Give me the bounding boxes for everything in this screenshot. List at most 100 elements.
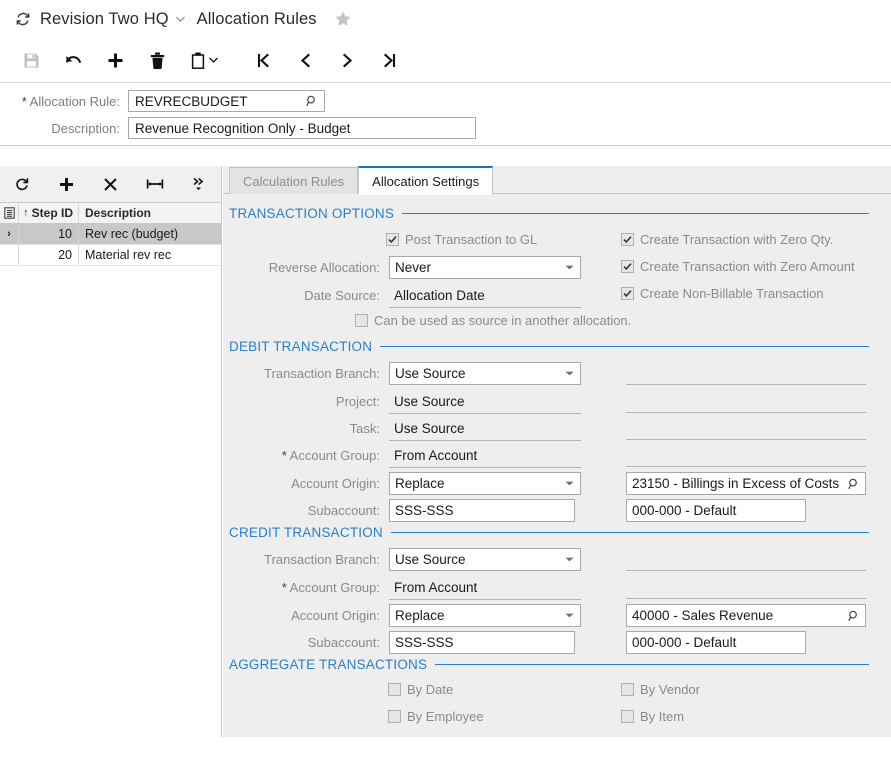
magnifier-icon[interactable] — [847, 477, 860, 490]
create-zero-qty-checkbox[interactable]: Create Transaction with Zero Qty. — [621, 227, 833, 251]
credit-transaction-branch-label: Transaction Branch: — [264, 552, 380, 567]
debit-transaction-branch-row: Transaction Branch: Use Source — [223, 360, 891, 387]
tab-strip: Calculation Rules Allocation Settings — [223, 166, 891, 195]
checkbox-box — [386, 232, 399, 246]
magnifier-icon[interactable] — [847, 609, 860, 622]
aggregate-by-item-checkbox[interactable]: By Item — [621, 704, 684, 728]
chevron-down-icon[interactable] — [563, 262, 575, 274]
chevron-down-icon[interactable] — [563, 610, 575, 622]
plus-icon[interactable] — [94, 40, 136, 80]
debit-transaction-branch-dropdown[interactable]: Use Source — [389, 362, 581, 385]
credit-transaction-branch-secondary-field — [626, 570, 866, 571]
credit-account-lookup[interactable]: 40000 - Sales Revenue — [626, 604, 866, 627]
allocation-rule-row: * Allocation Rule: REVRECBUDGET — [0, 90, 325, 112]
debit-account-group-row: * Account Group: From Account — [223, 442, 891, 469]
magnifier-icon[interactable] — [305, 95, 318, 108]
aggregate-by-vendor-checkbox[interactable]: By Vendor — [621, 677, 700, 701]
table-row[interactable]: 20 Material rev rec — [0, 245, 221, 266]
description-input[interactable]: Revenue Recognition Only - Budget — [128, 117, 476, 139]
credit-transaction-branch-dropdown[interactable]: Use Source — [389, 548, 581, 571]
checkbox-label: Create Transaction with Zero Qty. — [640, 231, 834, 247]
credit-subaccount-detail-value: 000-000 - Default — [632, 635, 737, 650]
cell-step-id: 10 — [19, 224, 79, 244]
cell-description: Material rev rec — [85, 248, 172, 262]
tab-filler — [493, 167, 891, 194]
post-transaction-to-gl-checkbox[interactable]: Post Transaction to GL — [386, 227, 537, 251]
steps-panel: ↑ Step ID Description › 10 Rev rec (budg… — [0, 166, 222, 757]
tab-calculation-rules[interactable]: Calculation Rules — [229, 167, 359, 194]
debit-task-field: Use Source — [389, 417, 581, 441]
chevron-down-icon[interactable] — [563, 478, 575, 490]
chevron-right-icon[interactable] — [326, 40, 368, 80]
checkbox-label: Create Non-Billable Transaction — [640, 285, 824, 301]
debit-account-origin-label: Account Origin: — [291, 476, 380, 491]
debit-account-group-value: From Account — [394, 447, 478, 463]
grid-delete-row-button[interactable] — [88, 166, 132, 202]
record-header-form: * Allocation Rule: REVRECBUDGET Descript… — [0, 83, 891, 146]
settings-panel: Calculation Rules Allocation Settings TR… — [223, 166, 891, 737]
column-config-icon[interactable] — [0, 203, 19, 223]
undo-button[interactable] — [52, 40, 94, 80]
section-aggregate-transactions: AGGREGATE TRANSACTIONS — [223, 651, 891, 677]
trash-icon[interactable] — [136, 40, 178, 80]
refresh-icon[interactable] — [14, 11, 31, 28]
section-divider — [435, 663, 869, 665]
create-zero-amount-checkbox[interactable]: Create Transaction with Zero Amount — [621, 254, 855, 278]
credit-transaction-branch-value: Use Source — [395, 552, 466, 567]
allocation-rule-input[interactable]: REVRECBUDGET — [128, 90, 325, 112]
checkbox-label: Create Transaction with Zero Amount — [640, 258, 855, 274]
sort-asc-icon: ↑ — [23, 207, 29, 219]
column-header-step-id[interactable]: ↑ Step ID — [19, 203, 79, 223]
credit-account-group-secondary-field — [626, 598, 866, 599]
main-toolbar — [0, 38, 891, 83]
debit-account-origin-row: Account Origin: Replace 23150 - Billings… — [223, 470, 891, 497]
grid-refresh-button[interactable] — [0, 166, 44, 202]
chevron-left-icon[interactable] — [284, 40, 326, 80]
chevron-down-icon[interactable] — [175, 15, 185, 24]
row-selector[interactable]: › — [0, 224, 19, 244]
can-be-used-as-source-checkbox[interactable]: Can be used as source in another allocat… — [355, 308, 631, 332]
chevron-down-icon[interactable] — [563, 368, 575, 380]
tab-allocation-settings[interactable]: Allocation Settings — [358, 166, 494, 195]
grid-add-row-button[interactable] — [44, 166, 88, 202]
aggregate-by-date-checkbox[interactable]: By Date — [388, 677, 453, 701]
reverse-allocation-dropdown[interactable]: Never — [389, 256, 581, 279]
credit-account-group-row: * Account Group: From Account — [223, 574, 891, 601]
star-icon[interactable] — [334, 10, 352, 28]
row-selector[interactable] — [0, 245, 19, 265]
grid-more-actions-button[interactable] — [177, 166, 221, 202]
checkbox-box — [621, 259, 634, 273]
chevron-down-icon[interactable] — [563, 554, 575, 566]
steps-grid-header: ↑ Step ID Description — [0, 203, 221, 224]
body-split: ↑ Step ID Description › 10 Rev rec (budg… — [0, 166, 891, 757]
credit-transaction-branch-row: Transaction Branch: Use Source — [223, 546, 891, 573]
section-divider — [402, 212, 869, 214]
description-value: Revenue Recognition Only - Budget — [135, 120, 351, 136]
create-non-billable-checkbox[interactable]: Create Non-Billable Transaction — [621, 281, 824, 305]
section-title: CREDIT TRANSACTION — [229, 524, 383, 540]
allocation-rule-label: * Allocation Rule: — [21, 93, 120, 109]
section-transaction-options: TRANSACTION OPTIONS — [223, 200, 891, 226]
debit-account-lookup[interactable]: 23150 - Billings in Excess of Costs — [626, 472, 866, 495]
first-page-icon[interactable] — [242, 40, 284, 80]
credit-account-group-field: From Account — [389, 576, 581, 600]
debit-transaction-branch-secondary-field — [626, 384, 866, 385]
last-page-icon[interactable] — [368, 40, 410, 80]
save-button[interactable] — [10, 40, 52, 80]
grid-empty-area — [0, 266, 221, 757]
credit-subaccount-label: Subaccount: — [307, 635, 380, 650]
section-title: DEBIT TRANSACTION — [229, 338, 373, 354]
debit-account-group-secondary-field — [626, 466, 866, 467]
debit-subaccount-detail-value: 000-000 - Default — [632, 503, 737, 518]
clipboard-actions-button[interactable] — [178, 40, 230, 80]
credit-account-origin-dropdown[interactable]: Replace — [389, 604, 581, 627]
section-credit-transaction: CREDIT TRANSACTION — [223, 519, 891, 545]
checkbox-box — [621, 709, 634, 723]
section-divider — [390, 531, 869, 533]
column-header-description[interactable]: Description — [79, 203, 221, 223]
debit-project-secondary-field — [626, 412, 866, 413]
debit-account-origin-dropdown[interactable]: Replace — [389, 472, 581, 495]
grid-fit-columns-button[interactable] — [133, 166, 177, 202]
table-row[interactable]: › 10 Rev rec (budget) — [0, 224, 221, 245]
aggregate-by-employee-checkbox[interactable]: By Employee — [388, 704, 484, 728]
